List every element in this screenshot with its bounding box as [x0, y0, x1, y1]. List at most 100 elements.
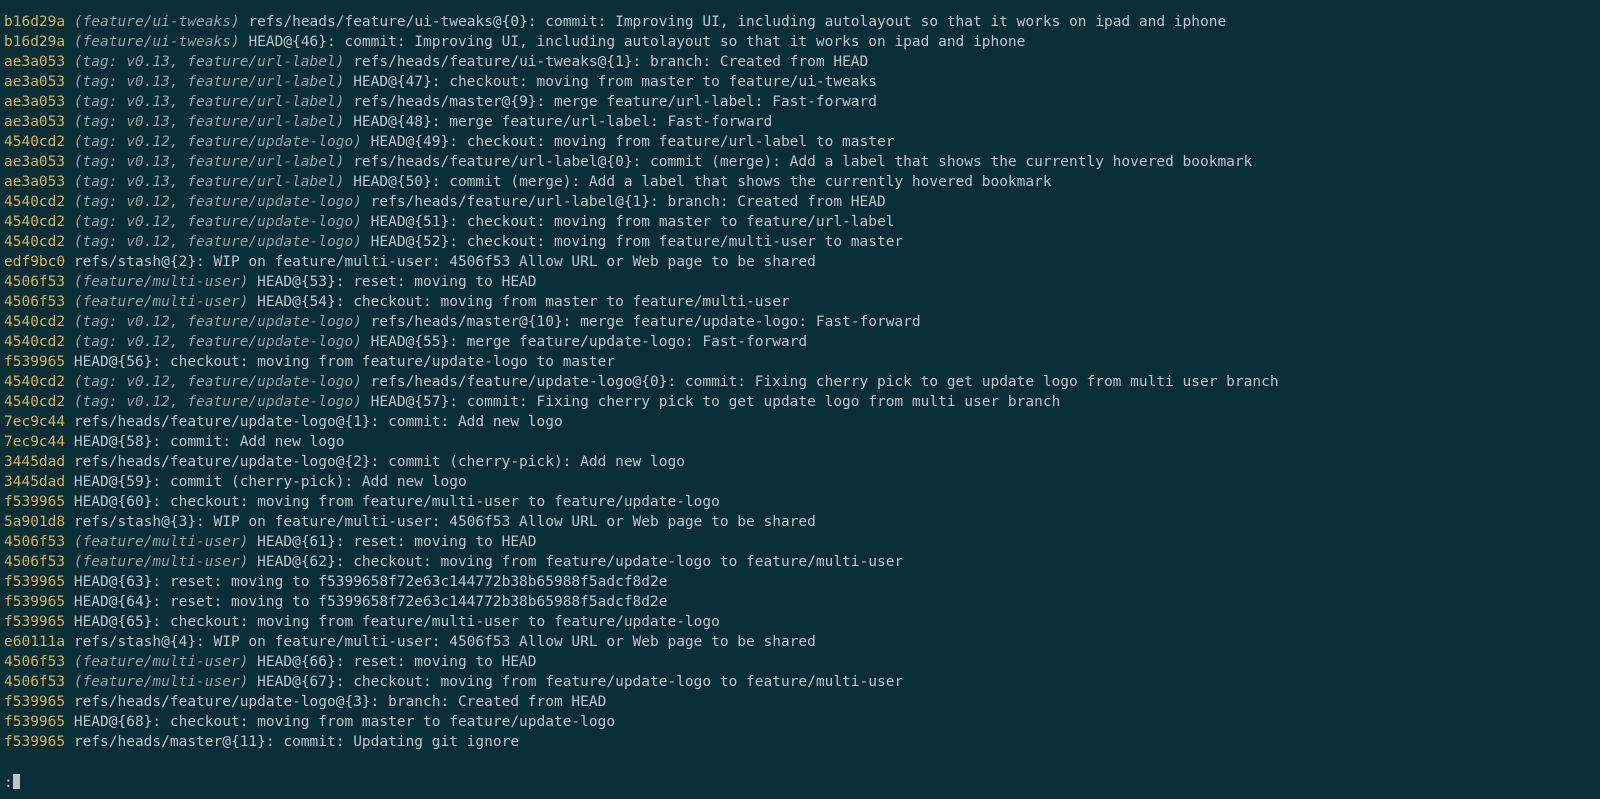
reflog-message: HEAD@{48}: merge feature/url-label: Fast…	[344, 114, 772, 130]
reflog-message: HEAD@{47}: checkout: moving from master …	[344, 74, 877, 90]
reflog-row: b16d29a (feature/ui-tweaks) refs/heads/f…	[4, 12, 1596, 32]
reflog-message: HEAD@{63}: reset: moving to f5399658f72e…	[65, 574, 667, 590]
pager-prompt[interactable]: :	[4, 773, 20, 793]
commit-hash: f539965	[4, 354, 65, 370]
reflog-row: ae3a053 (tag: v0.13, feature/url-label) …	[4, 152, 1596, 172]
reflog-message: HEAD@{50}: commit (merge): Add a label t…	[344, 174, 1051, 190]
ref-decoration: (feature/multi-user)	[65, 274, 248, 290]
reflog-message: HEAD@{67}: checkout: moving from feature…	[248, 674, 903, 690]
reflog-message: HEAD@{51}: checkout: moving from master …	[362, 214, 895, 230]
reflog-row: 7ec9c44 HEAD@{58}: commit: Add new logo	[4, 432, 1596, 452]
reflog-row: f539965 refs/heads/feature/update-logo@{…	[4, 692, 1596, 712]
reflog-message: HEAD@{65}: checkout: moving from feature…	[65, 614, 720, 630]
commit-hash: edf9bc0	[4, 254, 65, 270]
commit-hash: e60111a	[4, 634, 65, 650]
commit-hash: 7ec9c44	[4, 434, 65, 450]
commit-hash: ae3a053	[4, 114, 65, 130]
commit-hash: f539965	[4, 734, 65, 750]
reflog-message: refs/heads/feature/ui-tweaks@{1}: branch…	[344, 54, 868, 70]
reflog-row: 7ec9c44 refs/heads/feature/update-logo@{…	[4, 412, 1596, 432]
reflog-message: HEAD@{53}: reset: moving to HEAD	[248, 274, 536, 290]
commit-hash: f539965	[4, 494, 65, 510]
reflog-message: refs/heads/feature/ui-tweaks@{0}: commit…	[240, 14, 1226, 30]
commit-hash: 4506f53	[4, 274, 65, 290]
reflog-message: refs/heads/feature/url-label@{1}: branch…	[362, 194, 886, 210]
commit-hash: b16d29a	[4, 14, 65, 30]
reflog-row: 4540cd2 (tag: v0.12, feature/update-logo…	[4, 212, 1596, 232]
ref-decoration: (tag: v0.12, feature/update-logo)	[65, 234, 362, 250]
reflog-row: ae3a053 (tag: v0.13, feature/url-label) …	[4, 72, 1596, 92]
commit-hash: 4540cd2	[4, 394, 65, 410]
reflog-row: 4506f53 (feature/multi-user) HEAD@{66}: …	[4, 652, 1596, 672]
ref-decoration: (tag: v0.12, feature/update-logo)	[65, 374, 362, 390]
commit-hash: f539965	[4, 574, 65, 590]
commit-hash: 4506f53	[4, 534, 65, 550]
commit-hash: f539965	[4, 614, 65, 630]
reflog-message: refs/heads/feature/url-label@{0}: commit…	[344, 154, 1252, 170]
ref-decoration: (tag: v0.13, feature/url-label)	[65, 154, 344, 170]
reflog-row: ae3a053 (tag: v0.13, feature/url-label) …	[4, 172, 1596, 192]
commit-hash: 4506f53	[4, 654, 65, 670]
reflog-message: HEAD@{58}: commit: Add new logo	[65, 434, 344, 450]
commit-hash: ae3a053	[4, 74, 65, 90]
reflog-message: HEAD@{56}: checkout: moving from feature…	[65, 354, 615, 370]
commit-hash: f539965	[4, 714, 65, 730]
ref-decoration: (tag: v0.13, feature/url-label)	[65, 174, 344, 190]
reflog-message: refs/heads/feature/update-logo@{3}: bran…	[65, 694, 606, 710]
reflog-message: HEAD@{49}: checkout: moving from feature…	[362, 134, 895, 150]
reflog-message: refs/stash@{2}: WIP on feature/multi-use…	[65, 254, 816, 270]
reflog-row: 4540cd2 (tag: v0.12, feature/update-logo…	[4, 192, 1596, 212]
reflog-message: HEAD@{55}: merge feature/update-logo: Fa…	[362, 334, 807, 350]
reflog-message: HEAD@{59}: commit (cherry-pick): Add new…	[65, 474, 467, 490]
commit-hash: f539965	[4, 594, 65, 610]
reflog-row: f539965 HEAD@{65}: checkout: moving from…	[4, 612, 1596, 632]
reflog-row: ae3a053 (tag: v0.13, feature/url-label) …	[4, 112, 1596, 132]
ref-decoration: (tag: v0.12, feature/update-logo)	[65, 314, 362, 330]
reflog-row: 3445dad HEAD@{59}: commit (cherry-pick):…	[4, 472, 1596, 492]
reflog-message: refs/heads/feature/update-logo@{1}: comm…	[65, 414, 563, 430]
ref-decoration: (tag: v0.12, feature/update-logo)	[65, 194, 362, 210]
reflog-row: f539965 refs/heads/master@{11}: commit: …	[4, 732, 1596, 752]
commit-hash: 5a901d8	[4, 514, 65, 530]
reflog-row: 3445dad refs/heads/feature/update-logo@{…	[4, 452, 1596, 472]
ref-decoration: (feature/ui-tweaks)	[65, 14, 240, 30]
reflog-message: refs/stash@{3}: WIP on feature/multi-use…	[65, 514, 816, 530]
ref-decoration: (feature/multi-user)	[65, 294, 248, 310]
reflog-row: e60111a refs/stash@{4}: WIP on feature/m…	[4, 632, 1596, 652]
commit-hash: ae3a053	[4, 54, 65, 70]
reflog-row: ae3a053 (tag: v0.13, feature/url-label) …	[4, 92, 1596, 112]
ref-decoration: (tag: v0.12, feature/update-logo)	[65, 214, 362, 230]
reflog-message: HEAD@{46}: commit: Improving UI, includi…	[240, 34, 1026, 50]
reflog-row: 4506f53 (feature/multi-user) HEAD@{61}: …	[4, 532, 1596, 552]
ref-decoration: (feature/multi-user)	[65, 534, 248, 550]
commit-hash: 4540cd2	[4, 374, 65, 390]
ref-decoration: (tag: v0.13, feature/url-label)	[65, 94, 344, 110]
commit-hash: 4540cd2	[4, 214, 65, 230]
reflog-message: HEAD@{54}: checkout: moving from master …	[248, 294, 789, 310]
reflog-message: refs/heads/master@{10}: merge feature/up…	[362, 314, 921, 330]
reflog-message: refs/heads/master@{11}: commit: Updating…	[65, 734, 519, 750]
commit-hash: b16d29a	[4, 34, 65, 50]
ref-decoration: (tag: v0.13, feature/url-label)	[65, 114, 344, 130]
reflog-message: HEAD@{52}: checkout: moving from feature…	[362, 234, 903, 250]
commit-hash: ae3a053	[4, 174, 65, 190]
reflog-message: HEAD@{66}: reset: moving to HEAD	[248, 654, 536, 670]
commit-hash: 4506f53	[4, 554, 65, 570]
reflog-message: refs/heads/master@{9}: merge feature/url…	[344, 94, 877, 110]
reflog-row: ae3a053 (tag: v0.13, feature/url-label) …	[4, 52, 1596, 72]
reflog-row: 4540cd2 (tag: v0.12, feature/update-logo…	[4, 132, 1596, 152]
reflog-message: refs/heads/feature/update-logo@{0}: comm…	[362, 374, 1279, 390]
commit-hash: 4506f53	[4, 674, 65, 690]
commit-hash: ae3a053	[4, 94, 65, 110]
ref-decoration: (tag: v0.12, feature/update-logo)	[65, 394, 362, 410]
commit-hash: 3445dad	[4, 474, 65, 490]
reflog-row: f539965 HEAD@{64}: reset: moving to f539…	[4, 592, 1596, 612]
ref-decoration: (tag: v0.12, feature/update-logo)	[65, 334, 362, 350]
reflog-row: 4540cd2 (tag: v0.12, feature/update-logo…	[4, 392, 1596, 412]
reflog-row: f539965 HEAD@{63}: reset: moving to f539…	[4, 572, 1596, 592]
reflog-row: f539965 HEAD@{60}: checkout: moving from…	[4, 492, 1596, 512]
reflog-message: HEAD@{64}: reset: moving to f5399658f72e…	[65, 594, 667, 610]
reflog-row: 4506f53 (feature/multi-user) HEAD@{67}: …	[4, 672, 1596, 692]
ref-decoration: (tag: v0.13, feature/url-label)	[65, 54, 344, 70]
reflog-message: HEAD@{68}: checkout: moving from master …	[65, 714, 615, 730]
